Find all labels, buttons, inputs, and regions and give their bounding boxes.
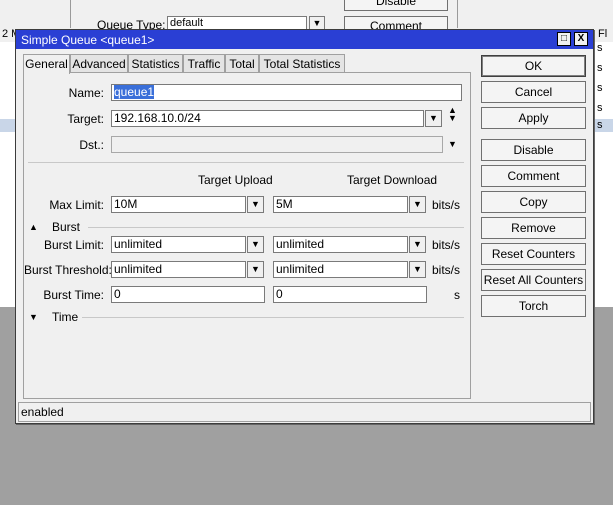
unit-label: s (454, 288, 460, 302)
tab-total-statistics[interactable]: Total Statistics (259, 54, 345, 73)
bg-cell: s (597, 82, 603, 94)
name-input[interactable]: queue1 (111, 84, 462, 101)
burst-threshold-download-input[interactable]: unlimited (273, 261, 408, 278)
bg-selected-row[interactable] (0, 119, 16, 132)
burst-time-label: Burst Time: (43, 288, 104, 302)
burst-limit-label: Burst Limit: (43, 238, 104, 252)
chevron-down-icon[interactable]: ▼ (409, 236, 426, 253)
tab-advanced[interactable]: Advanced (70, 54, 128, 73)
torch-button[interactable]: Torch (481, 295, 586, 317)
simple-queue-dialog: Simple Queue <queue1> □ X General Advanc… (15, 29, 594, 424)
disable-button[interactable]: Disable (481, 139, 586, 161)
bg-queue-type-field[interactable]: default (167, 16, 307, 30)
bg-cell: s (597, 119, 603, 131)
target-dropdown-icon[interactable]: ▼ (425, 110, 442, 127)
name-value: queue1 (114, 85, 155, 99)
status-bar: enabled (18, 402, 591, 422)
burst-threshold-label: Burst Threshold: (24, 263, 112, 277)
bg-disable-button[interactable]: Disable (344, 0, 448, 11)
tab-traffic[interactable]: Traffic (183, 54, 225, 73)
tab-statistics[interactable]: Statistics (128, 54, 183, 73)
max-limit-download-input[interactable]: 5M (273, 196, 408, 213)
time-section-label[interactable]: Time (52, 310, 78, 324)
divider (28, 162, 464, 163)
dst-dropdown-icon[interactable]: ▼ (448, 139, 457, 149)
bg-cell: s (597, 102, 603, 114)
target-updown-icon[interactable]: ▲ ▼ (448, 106, 457, 123)
burst-threshold-upload-input[interactable]: unlimited (111, 261, 246, 278)
max-limit-upload-input[interactable]: 10M (111, 196, 246, 213)
bg-cell: s (597, 42, 603, 54)
chevron-down-icon[interactable]: ▼ (247, 196, 264, 213)
maximize-icon[interactable]: □ (557, 32, 571, 46)
burst-time-download-input[interactable]: 0 (273, 286, 427, 303)
burst-limit-upload-input[interactable]: unlimited (111, 236, 246, 253)
apply-button[interactable]: Apply (481, 107, 586, 129)
target-input[interactable]: 192.168.10.0/24 (111, 110, 424, 127)
burst-section-label[interactable]: Burst (52, 220, 80, 234)
divider (88, 227, 464, 228)
reset-counters-button[interactable]: Reset Counters (481, 243, 586, 265)
chevron-down-icon[interactable]: ▼ (309, 16, 325, 30)
target-download-header: Target Download (347, 173, 438, 187)
general-tab-panel: Name: queue1 Target: 192.168.10.0/24 ▼ ▲… (23, 72, 471, 399)
chevron-down-icon[interactable]: ▼ (409, 261, 426, 278)
status-text: enabled (21, 405, 64, 419)
dst-input[interactable] (111, 136, 443, 153)
tab-general[interactable]: General (23, 54, 70, 74)
bg-list[interactable] (0, 42, 16, 307)
cancel-button[interactable]: Cancel (481, 81, 586, 103)
comment-button[interactable]: Comment (481, 165, 586, 187)
bg-column-header-right: Fl (598, 28, 608, 40)
collapse-triangle-icon[interactable]: ▲ (29, 222, 38, 232)
burst-time-upload-input[interactable]: 0 (111, 286, 265, 303)
chevron-down-icon[interactable]: ▼ (409, 196, 426, 213)
close-icon[interactable]: X (574, 32, 588, 46)
title-bar[interactable]: Simple Queue <queue1> □ X (16, 30, 593, 49)
unit-label: bits/s (432, 238, 461, 252)
tab-total[interactable]: Total (225, 54, 259, 73)
remove-button[interactable]: Remove (481, 217, 586, 239)
divider (82, 317, 464, 318)
expand-triangle-icon[interactable]: ▼ (29, 312, 38, 322)
chevron-down-icon[interactable]: ▼ (247, 236, 264, 253)
name-label: Name: (68, 86, 104, 100)
max-limit-label: Max Limit: (49, 198, 104, 212)
bg-cell: s (597, 62, 603, 74)
unit-label: bits/s (432, 198, 461, 212)
target-label: Target: (67, 112, 104, 126)
window-title: Simple Queue <queue1> (21, 33, 155, 47)
bg-right-column: s s s s s (594, 42, 613, 307)
dst-label: Dst.: (79, 138, 104, 152)
burst-limit-download-input[interactable]: unlimited (273, 236, 408, 253)
unit-label: bits/s (432, 263, 461, 277)
copy-button[interactable]: Copy (481, 191, 586, 213)
reset-all-counters-button[interactable]: Reset All Counters (481, 269, 586, 291)
ok-button[interactable]: OK (481, 55, 586, 77)
target-upload-header: Target Upload (198, 173, 273, 187)
chevron-down-icon[interactable]: ▼ (247, 261, 264, 278)
